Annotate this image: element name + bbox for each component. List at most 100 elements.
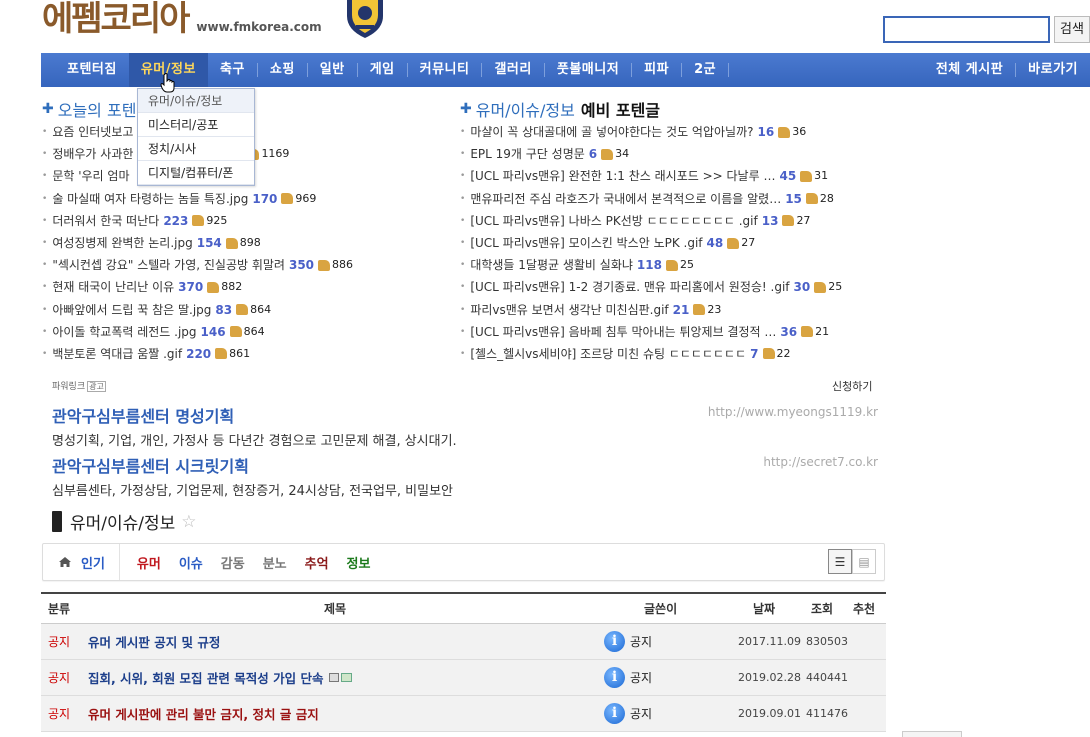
dropdown-item-humor-issue-info[interactable]: 유머/이슈/정보 xyxy=(138,89,254,113)
row-title[interactable]: 유머 게시판 공지 및 규정 xyxy=(88,632,220,651)
nav-item-poten[interactable]: 포텐터짐 xyxy=(41,53,129,87)
comment-count[interactable]: 170 xyxy=(252,188,277,210)
post-title[interactable]: 현재 태국이 난리난 이유 xyxy=(52,276,174,298)
table-row[interactable]: 공지 유머 게시판에 관리 불만 금지, 정치 글 금지 i 공지 2019.09.01… xyxy=(41,696,886,732)
list-item[interactable]: • [UCL 파리vs맨유] 모이스킨 박스안 노PK .gif 48 27 xyxy=(460,232,880,254)
list-item[interactable]: • [첼스_헬시vs세비야] 조르당 미친 슈팅 ㄷㄷㄷㄷㄷㄷㄷ 7 22 xyxy=(460,343,880,365)
comment-count[interactable]: 154 xyxy=(197,232,222,254)
side-tab[interactable] xyxy=(902,731,962,737)
author-name[interactable]: 공지 xyxy=(630,705,652,722)
site-logo[interactable]: 에펨코리아 www.fmkorea.com xyxy=(42,0,322,36)
row-title[interactable]: 집회, 시위, 회원 모집 관련 목적성 가입 단속 xyxy=(88,668,353,687)
post-title[interactable]: 파리vs맨유 보면서 생각난 미친심판.gif xyxy=(470,299,668,321)
author-name[interactable]: 공지 xyxy=(630,669,652,686)
post-title[interactable]: [UCL 파리vs맨유] 완전한 1:1 찬스 래시포드 >> 다날루 … xyxy=(470,165,775,187)
comment-count[interactable]: 7 xyxy=(750,343,758,365)
comment-count[interactable]: 45 xyxy=(779,165,796,187)
post-title[interactable]: [UCL 파리vs맨유] 나바스 PK선방 ㄷㄷㄷㄷㄷㄷㄷㄷ .gif xyxy=(470,210,757,232)
post-title[interactable]: EPL 19개 구단 성명문 xyxy=(470,143,584,165)
comment-count[interactable]: 6 xyxy=(589,143,597,165)
list-item[interactable]: • 아이돌 학교폭력 레전드 .jpg 146 864 xyxy=(42,321,442,343)
row-author[interactable]: i 공지 xyxy=(604,631,652,652)
comment-count[interactable]: 370 xyxy=(178,276,203,298)
list-item[interactable]: • 맨유파리전 주심 라호즈가 국내에서 본격적으로 이름을 알렸… 15 28 xyxy=(460,188,880,210)
table-row[interactable]: 공지 집회, 시위, 회원 모집 관련 목적성 가입 단속 i 공지 2019.02.2… xyxy=(41,660,886,696)
post-title[interactable]: 대학생들 1달평균 생활비 실화냐 xyxy=(470,254,633,276)
comment-count[interactable]: 118 xyxy=(637,254,662,276)
post-title[interactable]: 여성징병제 완벽한 논리.jpg xyxy=(52,232,192,254)
nav-item-gallery[interactable]: 갤러리 xyxy=(482,53,543,87)
post-title[interactable]: 문학 '우리 엄마 xyxy=(52,165,150,187)
tab-0[interactable]: 유머 xyxy=(128,553,170,572)
nav-item-football-manager[interactable]: 풋볼매니저 xyxy=(545,53,631,87)
list-item[interactable]: • 술 마실때 여자 타령하는 놈들 특징.jpg 170 969 xyxy=(42,188,442,210)
row-title[interactable]: 유머 게시판에 관리 불만 금지, 정치 글 금지 xyxy=(88,704,319,723)
powerlink-apply-link[interactable]: 신청하기 xyxy=(832,378,872,394)
tab-popular[interactable]: 인기 xyxy=(43,544,120,580)
row-title-text[interactable]: 집회, 시위, 회원 모집 관련 목적성 가입 단속 xyxy=(88,668,323,687)
tab-5[interactable]: 정보 xyxy=(338,553,380,572)
tab-3[interactable]: 분노 xyxy=(254,553,296,572)
post-title[interactable]: 정배우가 사과한 xyxy=(52,143,140,165)
post-title[interactable]: "섹시컨셉 강요" 스텔라 가영, 진실공방 휘말려 xyxy=(52,254,285,276)
row-title-text[interactable]: 유머 게시판에 관리 불만 금지, 정치 글 금지 xyxy=(88,704,319,723)
post-title[interactable]: [첼스_헬시vs세비야] 조르당 미친 슈팅 ㄷㄷㄷㄷㄷㄷㄷ xyxy=(470,343,746,365)
comment-count[interactable]: 220 xyxy=(186,343,211,365)
favorite-star-icon[interactable]: ☆ xyxy=(181,512,196,532)
post-title[interactable]: 아이돌 학교폭력 레전드 .jpg xyxy=(52,321,196,343)
dropdown-item-politics[interactable]: 정치/시사 xyxy=(138,137,254,161)
comment-count[interactable]: 36 xyxy=(780,321,797,343)
tab-4[interactable]: 추억 xyxy=(296,553,338,572)
post-title[interactable]: [UCL 파리vs맨유] 1-2 경기종료. 맨유 파리홈에서 원정승! .gi… xyxy=(470,276,789,298)
nav-item-fifa[interactable]: 피파 xyxy=(632,53,681,87)
nav-item-football[interactable]: 축구 xyxy=(208,53,257,87)
post-title[interactable]: 더러워서 한국 떠난다 xyxy=(52,210,159,232)
dropdown-item-mystery-horror[interactable]: 미스터리/공포 xyxy=(138,113,254,137)
comment-count[interactable]: 146 xyxy=(201,321,226,343)
post-title[interactable]: 백분토론 역대급 움짤 .gif xyxy=(52,343,182,365)
row-author[interactable]: i 공지 xyxy=(604,667,652,688)
list-item[interactable]: • 더러워서 한국 떠난다 223 925 xyxy=(42,210,442,232)
nav-item-general[interactable]: 일반 xyxy=(308,53,357,87)
row-title-text[interactable]: 유머 게시판 공지 및 규정 xyxy=(88,632,220,651)
list-item[interactable]: • [UCL 파리vs맨유] 완전한 1:1 찬스 래시포드 >> 다날루 … 45… xyxy=(460,165,880,187)
list-item[interactable]: • 백분토론 역대급 움짤 .gif 220 861 xyxy=(42,343,442,365)
post-title[interactable]: 마샬이 꼭 상대골대에 골 넣어야한다는 것도 억압아닐까? xyxy=(470,121,753,143)
post-title[interactable]: 아빠앞에서 드립 꾹 참은 딸.jpg xyxy=(52,299,211,321)
nav-item-shopping[interactable]: 쇼핑 xyxy=(258,53,307,87)
comment-count[interactable]: 30 xyxy=(794,276,811,298)
nav-item-all-boards[interactable]: 전체 게시판 xyxy=(924,53,1015,87)
list-item[interactable]: • 파리vs맨유 보면서 생각난 미친심판.gif 21 23 xyxy=(460,299,880,321)
nav-item-shortcut[interactable]: 바로가기 xyxy=(1016,53,1090,87)
list-item[interactable]: • EPL 19개 구단 성명문 6 34 xyxy=(460,143,880,165)
tab-2[interactable]: 감동 xyxy=(212,553,254,572)
post-title[interactable]: [UCL 파리vs맨유] 음바페 침투 막아내는 튀앙제브 결정적 … xyxy=(470,321,776,343)
comment-count[interactable]: 83 xyxy=(215,299,232,321)
table-row[interactable]: 공지 유머 게시판 공지 및 규정 i 공지 2017.11.09 830503 xyxy=(41,624,886,660)
list-item[interactable]: • 현재 태국이 난리난 이유 370 882 xyxy=(42,276,442,298)
nav-item-2gun[interactable]: 2군 xyxy=(682,53,728,87)
post-title[interactable]: [UCL 파리vs맨유] 모이스킨 박스안 노PK .gif xyxy=(470,232,702,254)
row-author[interactable]: i 공지 xyxy=(604,703,652,724)
list-item[interactable]: • 대학생들 1달평균 생활비 실화냐 118 25 xyxy=(460,254,880,276)
list-item[interactable]: • 마샬이 꼭 상대골대에 골 넣어야한다는 것도 억압아닐까? 16 36 xyxy=(460,121,880,143)
comment-count[interactable]: 21 xyxy=(673,299,690,321)
author-name[interactable]: 공지 xyxy=(630,633,652,650)
comment-count[interactable]: 223 xyxy=(163,210,188,232)
ad-item[interactable]: 관악구심부름센터 시크릿기획 http://secret7.co.kr 심부름센… xyxy=(52,453,878,499)
post-title[interactable]: 요즘 인터넷보고 xyxy=(52,121,150,143)
ad-url[interactable]: http://www.myeongs1119.kr xyxy=(708,405,878,419)
comment-count[interactable]: 16 xyxy=(758,121,775,143)
ad-title[interactable]: 관악구심부름센터 시크릿기획 xyxy=(52,453,878,477)
list-item[interactable]: • [UCL 파리vs맨유] 나바스 PK선방 ㄷㄷㄷㄷㄷㄷㄷㄷ .gif 13 27 xyxy=(460,210,880,232)
list-item[interactable]: • "섹시컨셉 강요" 스텔라 가영, 진실공방 휘말려 350 886 xyxy=(42,254,442,276)
comment-count[interactable]: 15 xyxy=(785,188,802,210)
list-item[interactable]: • 여성징병제 완벽한 논리.jpg 154 898 xyxy=(42,232,442,254)
search-button[interactable]: 검색 xyxy=(1054,16,1090,43)
post-title[interactable]: 술 마실때 여자 타령하는 놈들 특징.jpg xyxy=(52,188,248,210)
ad-url[interactable]: http://secret7.co.kr xyxy=(763,455,878,469)
comment-count[interactable]: 48 xyxy=(707,232,724,254)
post-title[interactable]: 맨유파리전 주심 라호즈가 국내에서 본격적으로 이름을 알렸… xyxy=(470,188,781,210)
list-view-icon[interactable]: ☰ xyxy=(828,549,852,574)
list-item[interactable]: • [UCL 파리vs맨유] 음바페 침투 막아내는 튀앙제브 결정적 … 36 21 xyxy=(460,321,880,343)
